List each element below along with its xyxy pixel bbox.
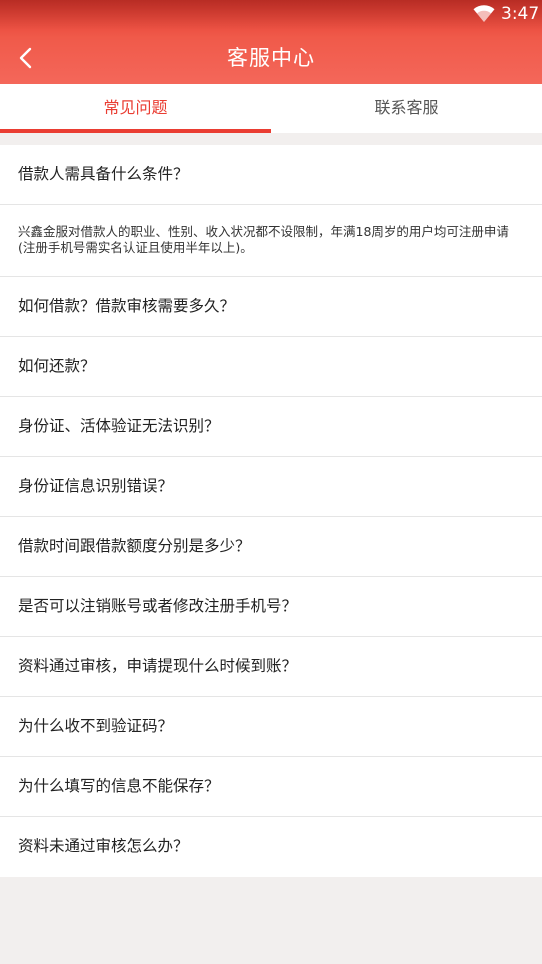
faq-question[interactable]: 如何借款？借款审核需要多久？ — [0, 277, 542, 337]
page-title: 客服中心 — [227, 46, 315, 70]
faq-question[interactable]: 资料通过审核，申请提现什么时候到账？ — [0, 637, 542, 697]
faq-question[interactable]: 为什么填写的信息不能保存？ — [0, 757, 542, 817]
faq-answer: 兴鑫金服对借款人的职业、性别、收入状况都不设限制，年满18周岁的用户均可注册申请… — [0, 205, 542, 277]
faq-question[interactable]: 如何还款？ — [0, 337, 542, 397]
faq-question[interactable]: 资料未通过审核怎么办？ — [0, 817, 542, 877]
faq-question[interactable]: 为什么收不到验证码？ — [0, 697, 542, 757]
wifi-icon — [473, 5, 495, 22]
tab-faq[interactable]: 常见问题 — [0, 84, 271, 133]
faq-question[interactable]: 是否可以注销账号或者修改注册手机号？ — [0, 577, 542, 637]
faq-question[interactable]: 身份证信息识别错误？ — [0, 457, 542, 517]
app-header: 3:47 客服中心 — [0, 0, 542, 84]
faq-question[interactable]: 借款时间跟借款额度分别是多少？ — [0, 517, 542, 577]
faq-question[interactable]: 身份证、活体验证无法识别？ — [0, 397, 542, 457]
status-time: 3:47 — [501, 4, 540, 24]
status-bar: 3:47 — [0, 0, 542, 30]
tab-bar: 常见问题 联系客服 — [0, 84, 542, 133]
tab-contact-service[interactable]: 联系客服 — [271, 84, 542, 133]
active-tab-indicator — [0, 129, 271, 133]
faq-list: 借款人需具备什么条件？ 兴鑫金服对借款人的职业、性别、收入状况都不设限制，年满1… — [0, 145, 542, 877]
faq-question[interactable]: 借款人需具备什么条件？ — [0, 145, 542, 205]
